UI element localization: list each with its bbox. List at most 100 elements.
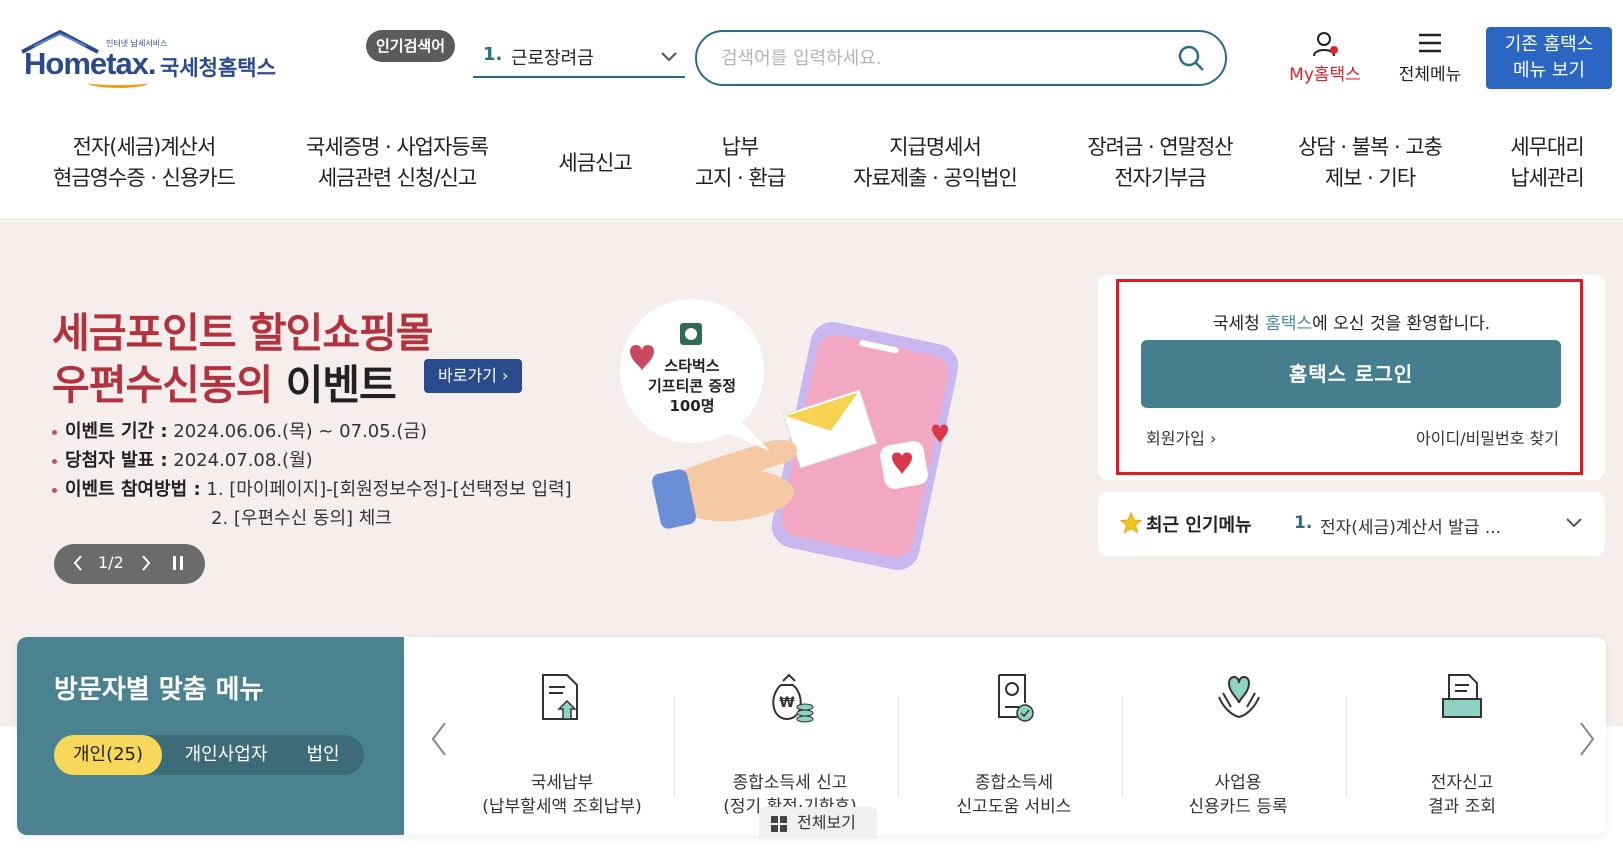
chevron-right-icon[interactable] [140,554,152,572]
all-menu-button[interactable]: 전체메뉴 [1385,30,1475,86]
popular-search-select[interactable]: 1. 근로장려금 [473,38,685,78]
winner-row: 당첨자 발표 : 2024.07.08.(월) [52,446,572,475]
banner-title-line2: 우편수신동의 이벤트 [52,351,397,411]
service-income-tax-report[interactable]: ₩ 종합소득세 신고 (정기 확정·기한후) [679,673,901,817]
my-hometax-label: My홈택스 [1289,65,1361,85]
chevron-right-icon[interactable] [1577,721,1597,757]
gnb-label: 전자(세금)계산서 [72,135,217,159]
old-hometax-menu-button[interactable]: 기존 홈택스 메뉴 보기 [1486,27,1612,89]
chevron-down-icon [661,52,677,62]
old-menu-line1: 기존 홈택스 [1504,34,1594,55]
event-period-value: 2024.06.06.(목) ~ 07.05.(금) [173,421,428,442]
search-icon[interactable] [1177,44,1205,72]
how-value2: 2. [우편수신 동의] 체크 [211,508,392,529]
how-label: 이벤트 참여방법 : [65,479,201,500]
grid-icon [771,816,787,832]
welcome-highlight: 홈택스 [1265,314,1313,334]
gnb-label: 지급명세서 [889,135,982,159]
banner-page-count: 1/2 [98,553,124,572]
visitor-menu-title: 방문자별 맞춤 메뉴 [54,675,264,705]
heart-hands-icon [1218,676,1260,719]
event-period-label: 이벤트 기간 : [65,421,168,442]
chevron-left-icon[interactable] [72,554,84,572]
service-label-1: 종합소득세 신고 [732,773,848,793]
chevron-left-icon[interactable] [429,721,449,757]
gnb-label: 장려금 · 연말정산 [1087,135,1233,159]
welcome-post: 에 오신 것을 환영합니다. [1312,314,1491,334]
certificate-icon [998,674,1034,722]
gnb-label: 세금신고 [558,151,632,175]
service-label-2: 결과 조회 [1428,797,1496,817]
search-box [695,30,1227,86]
gnb-label: 상담 · 불복 · 고충 [1298,135,1443,159]
view-all-button[interactable]: 전체보기 [759,807,877,839]
star-icon [1120,512,1142,534]
visitor-menu-side: 방문자별 맞춤 메뉴 개인(25) 개인사업자 법인 [17,637,404,835]
service-tax-payment[interactable]: 국세납부 (납부할세액 조회납부) [451,673,673,817]
bubble-text-3: 100명 [669,397,714,415]
popular-keyword: 근로장려금 [511,48,594,69]
hometax-logo[interactable]: 인터넷 납세서비스 Hometax. 국세청홈택스 [18,28,278,92]
hamburger-icon [1419,33,1441,53]
tab-individual[interactable]: 개인(25) [54,735,162,775]
gnb-label: 세무대리 [1510,135,1584,159]
gnb-item-incentive[interactable]: 장려금 · 연말정산 전자기부금 [1070,132,1250,194]
service-label-2: 신고도움 서비스 [956,797,1072,817]
logo-swoosh [88,78,148,88]
gnb-label: 고지 · 환급 [694,166,786,190]
banner-title-line1: 세금포인트 할인쇼핑몰 [52,309,433,357]
my-hometax-link[interactable]: My홈택스 [1280,30,1370,86]
user-icon [1313,32,1338,57]
service-e-report-result[interactable]: 전자신고 결과 조회 [1351,673,1573,817]
gnb-item-consult[interactable]: 상담 · 불복 · 고충 제보 · 기타 [1285,132,1455,194]
banner-title-red: 우편수신동의 [52,361,273,409]
search-input[interactable] [721,44,1151,72]
service-business-card[interactable]: 사업용 신용카드 등록 [1127,673,1349,817]
service-label-1: 사업용 [1214,773,1262,793]
gnb-item-certificate[interactable]: 국세증명 · 사업자등록 세금관련 신청/신고 [292,132,502,194]
banner-title-dark: 이벤트 [285,361,397,409]
service-label-1: 국세납부 [530,773,594,793]
banner-go-button[interactable]: 바로가기 › [424,359,523,393]
service-income-tax-help[interactable]: 종합소득세 신고도움 서비스 [903,673,1125,817]
gnb-item-payment-statement[interactable]: 지급명세서 자료제출 · 공익법인 [840,132,1030,194]
recent-menu-rank: 1. [1294,513,1313,533]
gnb-label: 제보 · 기타 [1324,166,1416,190]
divider [1122,697,1123,797]
recent-menu-text: 전자(세금)계산서 발급 ... [1320,518,1502,538]
gnb-item-tax-agent[interactable]: 세무대리 납세관리 [1497,132,1597,194]
recent-menu-title: 최근 인기메뉴 [1146,515,1252,536]
gnb-item-einvoice[interactable]: 전자(세금)계산서 현금영수증 · 신용카드 [44,132,244,194]
event-period-row: 이벤트 기간 : 2024.06.06.(목) ~ 07.05.(금) [52,417,572,446]
service-label-2: 신용카드 등록 [1188,797,1288,817]
tab-corporation[interactable]: 법인 [290,735,356,775]
svg-text:₩: ₩ [779,695,795,711]
recent-popular-menu[interactable]: 최근 인기메뉴 1. 전자(세금)계산서 발급 ... [1098,492,1605,556]
money-bag-icon: ₩ [772,673,814,723]
gnb-item-tax-report[interactable]: 세금신고 [540,148,650,179]
gnb-label: 세금관련 신청/신고 [317,166,477,190]
signup-link[interactable]: 회원가입 › [1146,425,1216,449]
winner-label: 당첨자 발표 : [65,450,168,471]
gnb-item-payment[interactable]: 납부 고지 · 환급 [680,132,800,194]
welcome-pre: 국세청 [1212,314,1266,334]
popular-search-badge: 인기검색어 [366,30,456,62]
service-label-1: 종합소득세 [974,773,1054,793]
gnb-label: 국세증명 · 사업자등록 [306,135,489,159]
gnb-label: 전자기부금 [1114,166,1207,190]
winner-value: 2024.07.08.(월) [173,450,313,471]
banner-pager: 1/2 [54,544,205,584]
find-id-password-link[interactable]: 아이디/비밀번호 찾기 [1416,425,1559,449]
how-value1: 1. [마이페이지]-[회원정보수정]-[선택정보 입력] [206,479,572,500]
tab-sole-proprietor[interactable]: 개인사업자 [170,735,282,775]
banner-details: 이벤트 기간 : 2024.06.06.(목) ~ 07.05.(금) 당첨자 … [52,417,572,533]
bubble-text-2: 기프티콘 증정 [648,377,736,395]
popular-rank: 1. [483,44,503,65]
pause-icon[interactable] [172,556,184,570]
all-menu-label: 전체메뉴 [1398,65,1462,85]
gnb-label: 현금영수증 · 신용카드 [53,166,236,190]
visitor-menu-panel: 방문자별 맞춤 메뉴 개인(25) 개인사업자 법인 국세납부 (납부할세액 조… [17,637,1606,839]
hometax-login-button[interactable]: 홈택스 로그인 [1141,340,1561,408]
logo-wordmark: Hometax. [24,46,157,81]
logo-korean-name: 국세청홈택스 [160,56,276,80]
